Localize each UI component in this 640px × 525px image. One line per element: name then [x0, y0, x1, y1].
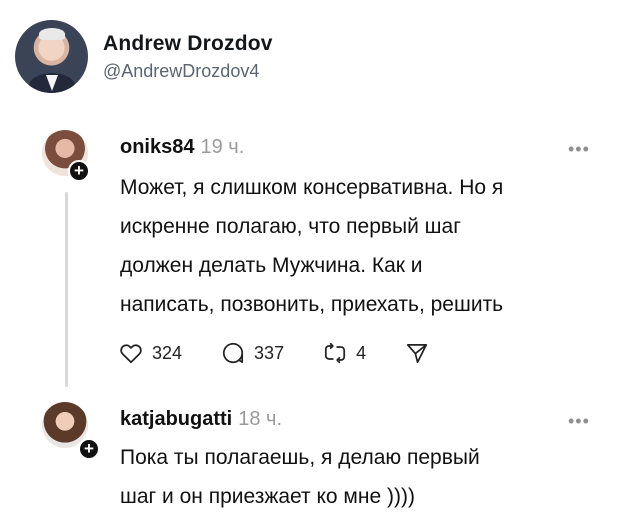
repost-icon	[325, 342, 346, 364]
send-icon	[407, 344, 428, 364]
more-options-icon[interactable]: •••	[568, 140, 596, 158]
follow-plus-icon[interactable]: +	[68, 160, 90, 182]
like-count: 324	[152, 342, 183, 363]
share-button[interactable]	[404, 340, 430, 366]
repost-count: 4	[356, 342, 367, 363]
reply-post: + katjabugatti 18 ч. ••• Пока ты полагаеш…	[0, 392, 640, 525]
post-username[interactable]: katjabugatti 18 ч.	[120, 408, 282, 431]
username-text[interactable]: katjabugatti	[120, 408, 232, 430]
comment-icon	[223, 343, 244, 364]
thread-post: + oniks84 19 ч. ••• Может, я слишком конс…	[0, 120, 640, 390]
post-actions: 324 337 4	[118, 338, 468, 368]
follow-plus-icon[interactable]: +	[78, 438, 100, 460]
heart-icon	[120, 344, 142, 364]
post-timestamp: 19 ч.	[200, 136, 245, 158]
username-text[interactable]: oniks84	[120, 136, 194, 158]
like-button[interactable]: 324	[118, 340, 182, 366]
author-name[interactable]: Andrew Drozdov	[103, 32, 273, 56]
post-timestamp: 18 ч.	[238, 408, 283, 430]
post-text: Может, я слишком консервативна. Но я иск…	[120, 176, 504, 316]
avatar-hair	[39, 28, 65, 40]
author-handle[interactable]: @AndrewDrozdov4	[103, 61, 259, 82]
reply-button[interactable]: 337	[220, 340, 284, 366]
post-header: Andrew Drozdov @AndrewDrozdov4	[0, 0, 640, 110]
post-text: Пока ты полагаешь, я делаю первый шаг и …	[120, 446, 480, 508]
author-avatar[interactable]	[15, 20, 88, 93]
thread-line	[65, 192, 68, 387]
more-options-icon[interactable]: •••	[568, 412, 596, 430]
reply-count: 337	[254, 342, 285, 363]
repost-button[interactable]: 4	[322, 340, 366, 366]
post-username[interactable]: oniks84 19 ч.	[120, 136, 244, 159]
